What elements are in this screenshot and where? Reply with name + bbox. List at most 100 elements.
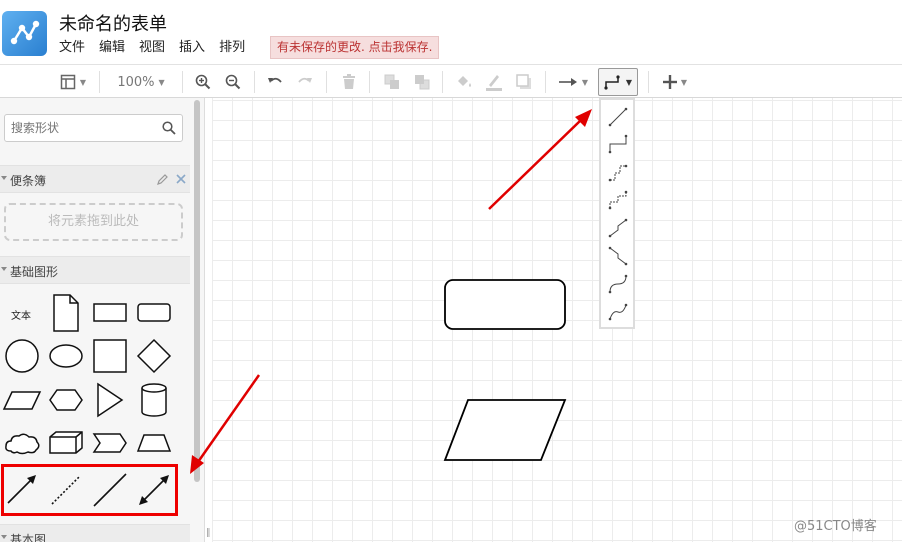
hexagon-shape-icon bbox=[49, 389, 83, 411]
zoom-out-button[interactable] bbox=[222, 69, 244, 95]
scratchpad-section-header[interactable]: 便条簿 bbox=[0, 165, 190, 193]
zoom-in-button[interactable] bbox=[192, 69, 214, 95]
fill-color-button[interactable] bbox=[453, 69, 475, 95]
close-icon[interactable] bbox=[176, 174, 186, 184]
unsaved-changes-button[interactable]: 有未保存的更改. 点击我保存. bbox=[270, 36, 440, 59]
app-header: 未命名的表单 文件 编辑 视图 插入 排列 有未保存的更改. 点击我保存. bbox=[0, 0, 902, 64]
toolbar: ▼ 100% ▼ ▼ ▼ ▼ bbox=[0, 64, 902, 98]
shape-search-input[interactable] bbox=[11, 121, 161, 135]
shape-cloud[interactable] bbox=[2, 423, 42, 463]
shape-square[interactable] bbox=[90, 336, 130, 376]
app-logo bbox=[2, 11, 47, 56]
scratchpad-dropzone[interactable]: 将元素拖到此处 bbox=[4, 203, 183, 241]
delete-button[interactable] bbox=[338, 69, 360, 95]
shadow-button[interactable] bbox=[513, 69, 535, 95]
note-shape-icon bbox=[53, 294, 79, 332]
diamond-shape-icon bbox=[136, 338, 172, 374]
canvas-parallelogram[interactable] bbox=[443, 398, 567, 462]
panel-splitter-grip[interactable]: ‖ bbox=[206, 528, 211, 538]
toolbar-divider bbox=[99, 71, 100, 93]
panel-layout-icon bbox=[60, 74, 76, 90]
horizontal-elbow-icon bbox=[608, 218, 628, 238]
straight-edge-icon bbox=[608, 107, 628, 127]
zoom-in-icon bbox=[195, 74, 211, 90]
redo-button[interactable] bbox=[294, 69, 316, 95]
menu-bar: 文件 编辑 视图 插入 排列 bbox=[59, 38, 259, 58]
general-section-header[interactable]: 基础图形 bbox=[0, 256, 190, 284]
toolbar-divider bbox=[182, 71, 183, 93]
edge-option-isometric[interactable] bbox=[607, 189, 629, 211]
vertical-elbow-icon bbox=[608, 246, 628, 266]
cube-shape-icon bbox=[49, 431, 83, 454]
collapse-arrow-icon bbox=[1, 176, 7, 180]
to-back-button[interactable] bbox=[411, 69, 433, 95]
zoom-out-icon bbox=[225, 74, 241, 90]
sidebar-scrollbar[interactable] bbox=[194, 100, 200, 482]
zoom-level: 100% bbox=[117, 74, 155, 90]
to-front-button[interactable] bbox=[381, 69, 403, 95]
connector-highlight-box bbox=[1, 464, 178, 516]
diagram-canvas[interactable] bbox=[212, 98, 902, 542]
shape-cylinder[interactable] bbox=[134, 380, 174, 420]
shape-trapezoid[interactable] bbox=[134, 423, 174, 463]
rectangle-shape-icon bbox=[93, 303, 127, 322]
shape-step[interactable] bbox=[90, 423, 130, 463]
chevron-down-icon: ▼ bbox=[680, 77, 688, 87]
circle-shape-icon bbox=[5, 339, 39, 373]
waypoint-style-button[interactable]: ▼ bbox=[598, 68, 638, 96]
toolbar-divider bbox=[326, 71, 327, 93]
menu-arrange[interactable]: 排列 bbox=[219, 38, 245, 58]
edge-option-vertical-elbow[interactable] bbox=[607, 245, 629, 267]
canvas-rounded-rectangle[interactable] bbox=[443, 278, 567, 331]
scratchpad-title: 便条簿 bbox=[10, 174, 47, 188]
format-panel-button[interactable]: ▼ bbox=[55, 69, 91, 95]
shape-note[interactable] bbox=[46, 293, 86, 333]
cloud-shape-icon bbox=[5, 433, 40, 455]
text-shape-label: 文本 bbox=[11, 311, 31, 322]
menu-view[interactable]: 视图 bbox=[139, 38, 165, 58]
next-section-title: 基本图 bbox=[10, 533, 47, 542]
search-icon[interactable] bbox=[162, 121, 176, 135]
zoom-dropdown[interactable]: 100% ▼ bbox=[110, 69, 172, 95]
shape-triangle[interactable] bbox=[90, 380, 130, 420]
shape-parallelogram[interactable] bbox=[2, 380, 42, 420]
shape-text[interactable]: 文本 bbox=[2, 293, 42, 333]
edge-option-straight[interactable] bbox=[607, 106, 629, 128]
to-back-icon bbox=[415, 75, 430, 90]
shape-rectangle[interactable] bbox=[90, 293, 130, 333]
toolbar-divider bbox=[545, 71, 546, 93]
shape-circle[interactable] bbox=[2, 336, 42, 376]
insert-button[interactable]: ▼ bbox=[657, 69, 693, 95]
diagram-logo-icon bbox=[10, 20, 40, 45]
shape-search-box bbox=[4, 114, 183, 142]
entity-relation-edge-icon bbox=[608, 303, 628, 321]
edge-option-orthogonal[interactable] bbox=[607, 133, 629, 155]
menu-insert[interactable]: 插入 bbox=[179, 38, 205, 58]
edit-pencil-icon[interactable] bbox=[156, 173, 169, 186]
undo-button[interactable] bbox=[264, 69, 286, 95]
connection-style-button[interactable]: ▼ bbox=[555, 69, 591, 95]
cylinder-shape-icon bbox=[141, 383, 167, 417]
chevron-down-icon: ▼ bbox=[79, 77, 87, 87]
triangle-shape-icon bbox=[97, 382, 124, 418]
next-section-header[interactable]: 基本图 bbox=[0, 524, 190, 542]
edge-option-simple[interactable] bbox=[607, 161, 629, 183]
delete-icon bbox=[343, 74, 355, 89]
insert-plus-icon bbox=[662, 75, 677, 89]
edge-option-horizontal-elbow[interactable] bbox=[607, 217, 629, 239]
shape-ellipse[interactable] bbox=[46, 336, 86, 376]
shape-cube[interactable] bbox=[46, 423, 86, 463]
document-title[interactable]: 未命名的表单 bbox=[59, 10, 167, 36]
menu-file[interactable]: 文件 bbox=[59, 38, 85, 58]
fill-color-icon bbox=[458, 76, 471, 87]
waypoint-style-menu bbox=[599, 98, 635, 329]
menu-edit[interactable]: 编辑 bbox=[99, 38, 125, 58]
connection-arrow-icon bbox=[558, 78, 577, 86]
shape-diamond[interactable] bbox=[134, 336, 174, 376]
shape-rounded-rectangle[interactable] bbox=[134, 293, 174, 333]
shape-hexagon[interactable] bbox=[46, 380, 86, 420]
line-color-button[interactable] bbox=[483, 69, 505, 95]
to-front-icon bbox=[384, 74, 399, 89]
edge-option-curved[interactable] bbox=[607, 273, 629, 295]
edge-option-entity-relation[interactable] bbox=[607, 300, 629, 322]
